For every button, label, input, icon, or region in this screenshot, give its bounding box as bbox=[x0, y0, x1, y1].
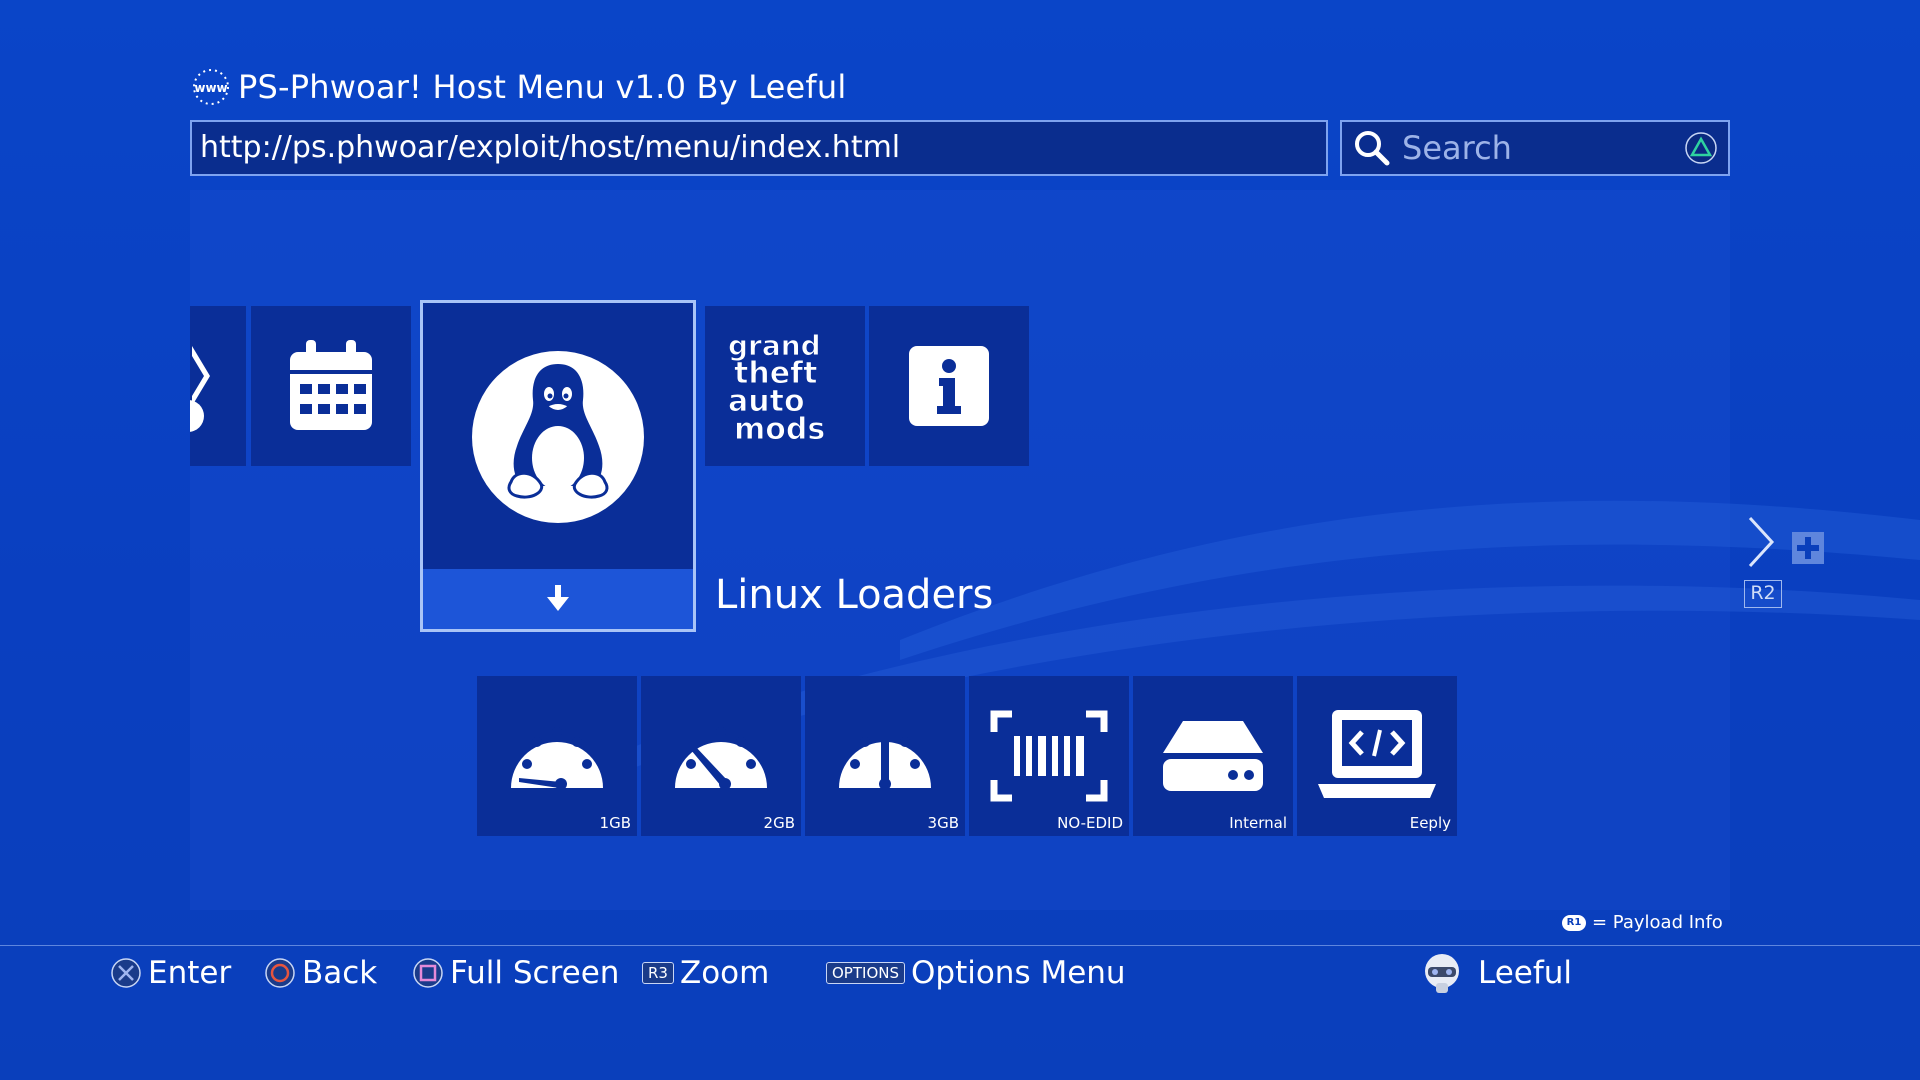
partial-tile[interactable] bbox=[190, 306, 246, 466]
search-box[interactable]: Search bbox=[1340, 120, 1730, 176]
footer-full-screen-label: Full Screen bbox=[450, 955, 620, 991]
sub-item-label: NO-EDID bbox=[1057, 814, 1123, 832]
footer-options-label: Options Menu bbox=[911, 955, 1126, 991]
www-icon-text: www bbox=[194, 81, 227, 95]
gta-logo-word: mods bbox=[734, 412, 825, 445]
down-arrow-icon bbox=[547, 585, 569, 611]
footer-user-name: Leeful bbox=[1478, 955, 1573, 991]
info-tile[interactable] bbox=[869, 306, 1029, 466]
cross-button-icon bbox=[111, 958, 141, 988]
r2-badge: R2 bbox=[1744, 580, 1782, 608]
selected-item-label: Linux Loaders bbox=[715, 572, 994, 618]
footer-full-screen[interactable]: Full Screen bbox=[412, 950, 619, 996]
footer-enter[interactable]: Enter bbox=[110, 950, 231, 996]
download-bar[interactable] bbox=[423, 569, 693, 629]
sub-item-eeply[interactable]: Eeply bbox=[1297, 676, 1457, 836]
www-globe-icon: www bbox=[193, 69, 229, 105]
footer-divider bbox=[0, 945, 1920, 946]
linux-tile[interactable] bbox=[420, 300, 696, 632]
footer-bar: Enter Back Full Screen R3 Zoom OPTIONS O… bbox=[0, 950, 1920, 996]
r1-badge: R1 bbox=[1562, 914, 1586, 931]
laptop-code-icon bbox=[1318, 710, 1436, 798]
search-icon bbox=[1355, 131, 1390, 166]
sub-item-internal[interactable]: Internal bbox=[1133, 676, 1293, 836]
sub-item-1gb[interactable]: 1GB bbox=[477, 676, 637, 836]
footer-back-label: Back bbox=[302, 955, 378, 991]
calendar-icon bbox=[290, 340, 372, 430]
hard-drive-icon bbox=[1163, 721, 1263, 791]
url-input[interactable]: http://ps.phwoar/exploit/host/menu/index… bbox=[190, 120, 1328, 176]
info-icon bbox=[909, 346, 989, 426]
r3-badge: R3 bbox=[642, 962, 674, 984]
footer-zoom[interactable]: R3 Zoom bbox=[642, 950, 769, 996]
sub-item-label: Eeply bbox=[1409, 814, 1451, 832]
footer-back[interactable]: Back bbox=[264, 950, 377, 996]
gauge-mid-icon bbox=[675, 727, 767, 790]
avatar bbox=[1425, 954, 1459, 993]
gauge-low-icon bbox=[511, 727, 603, 790]
sub-item-label: 1GB bbox=[599, 814, 631, 832]
options-badge: OPTIONS bbox=[826, 962, 905, 984]
tux-penguin-icon bbox=[472, 351, 644, 523]
plus-icon[interactable] bbox=[1792, 532, 1824, 564]
page-title: PS-Phwoar! Host Menu v1.0 By Leeful bbox=[238, 68, 847, 106]
gta-logo-text: grand theft auto mods bbox=[728, 329, 825, 445]
footer-user[interactable]: Leeful bbox=[1420, 950, 1572, 996]
gta-logo-icon: grand theft auto mods bbox=[728, 329, 826, 446]
sub-item-label: 2GB bbox=[763, 814, 795, 832]
circle-button-icon bbox=[265, 958, 295, 988]
chevron-right-icon[interactable] bbox=[1744, 514, 1778, 570]
search-placeholder[interactable]: Search bbox=[1402, 129, 1684, 167]
footer-options[interactable]: OPTIONS Options Menu bbox=[826, 950, 1126, 996]
barcode-scan-icon bbox=[990, 710, 1108, 802]
sub-item-label: Internal bbox=[1229, 814, 1287, 832]
gauge-high-icon bbox=[839, 730, 931, 790]
gta-mods-tile[interactable]: grand theft auto mods bbox=[705, 306, 865, 466]
footer-enter-label: Enter bbox=[148, 955, 232, 991]
triangle-button-icon bbox=[1685, 132, 1717, 164]
title-row: www PS-Phwoar! Host Menu v1.0 By Leeful bbox=[190, 66, 846, 108]
sub-item-2gb[interactable]: 2GB bbox=[641, 676, 801, 836]
footer-zoom-label: Zoom bbox=[679, 955, 770, 991]
square-button-icon bbox=[413, 958, 443, 988]
calendar-tile[interactable] bbox=[251, 306, 411, 466]
sub-item-3gb[interactable]: 3GB bbox=[805, 676, 965, 836]
payload-info-hint: R1 = Payload Info bbox=[1562, 912, 1723, 933]
sub-item-label: 3GB bbox=[927, 814, 959, 832]
sub-item-no-edid[interactable]: NO-EDID bbox=[969, 676, 1129, 836]
scissors-icon bbox=[190, 346, 210, 432]
payload-info-text: = Payload Info bbox=[1592, 912, 1723, 933]
